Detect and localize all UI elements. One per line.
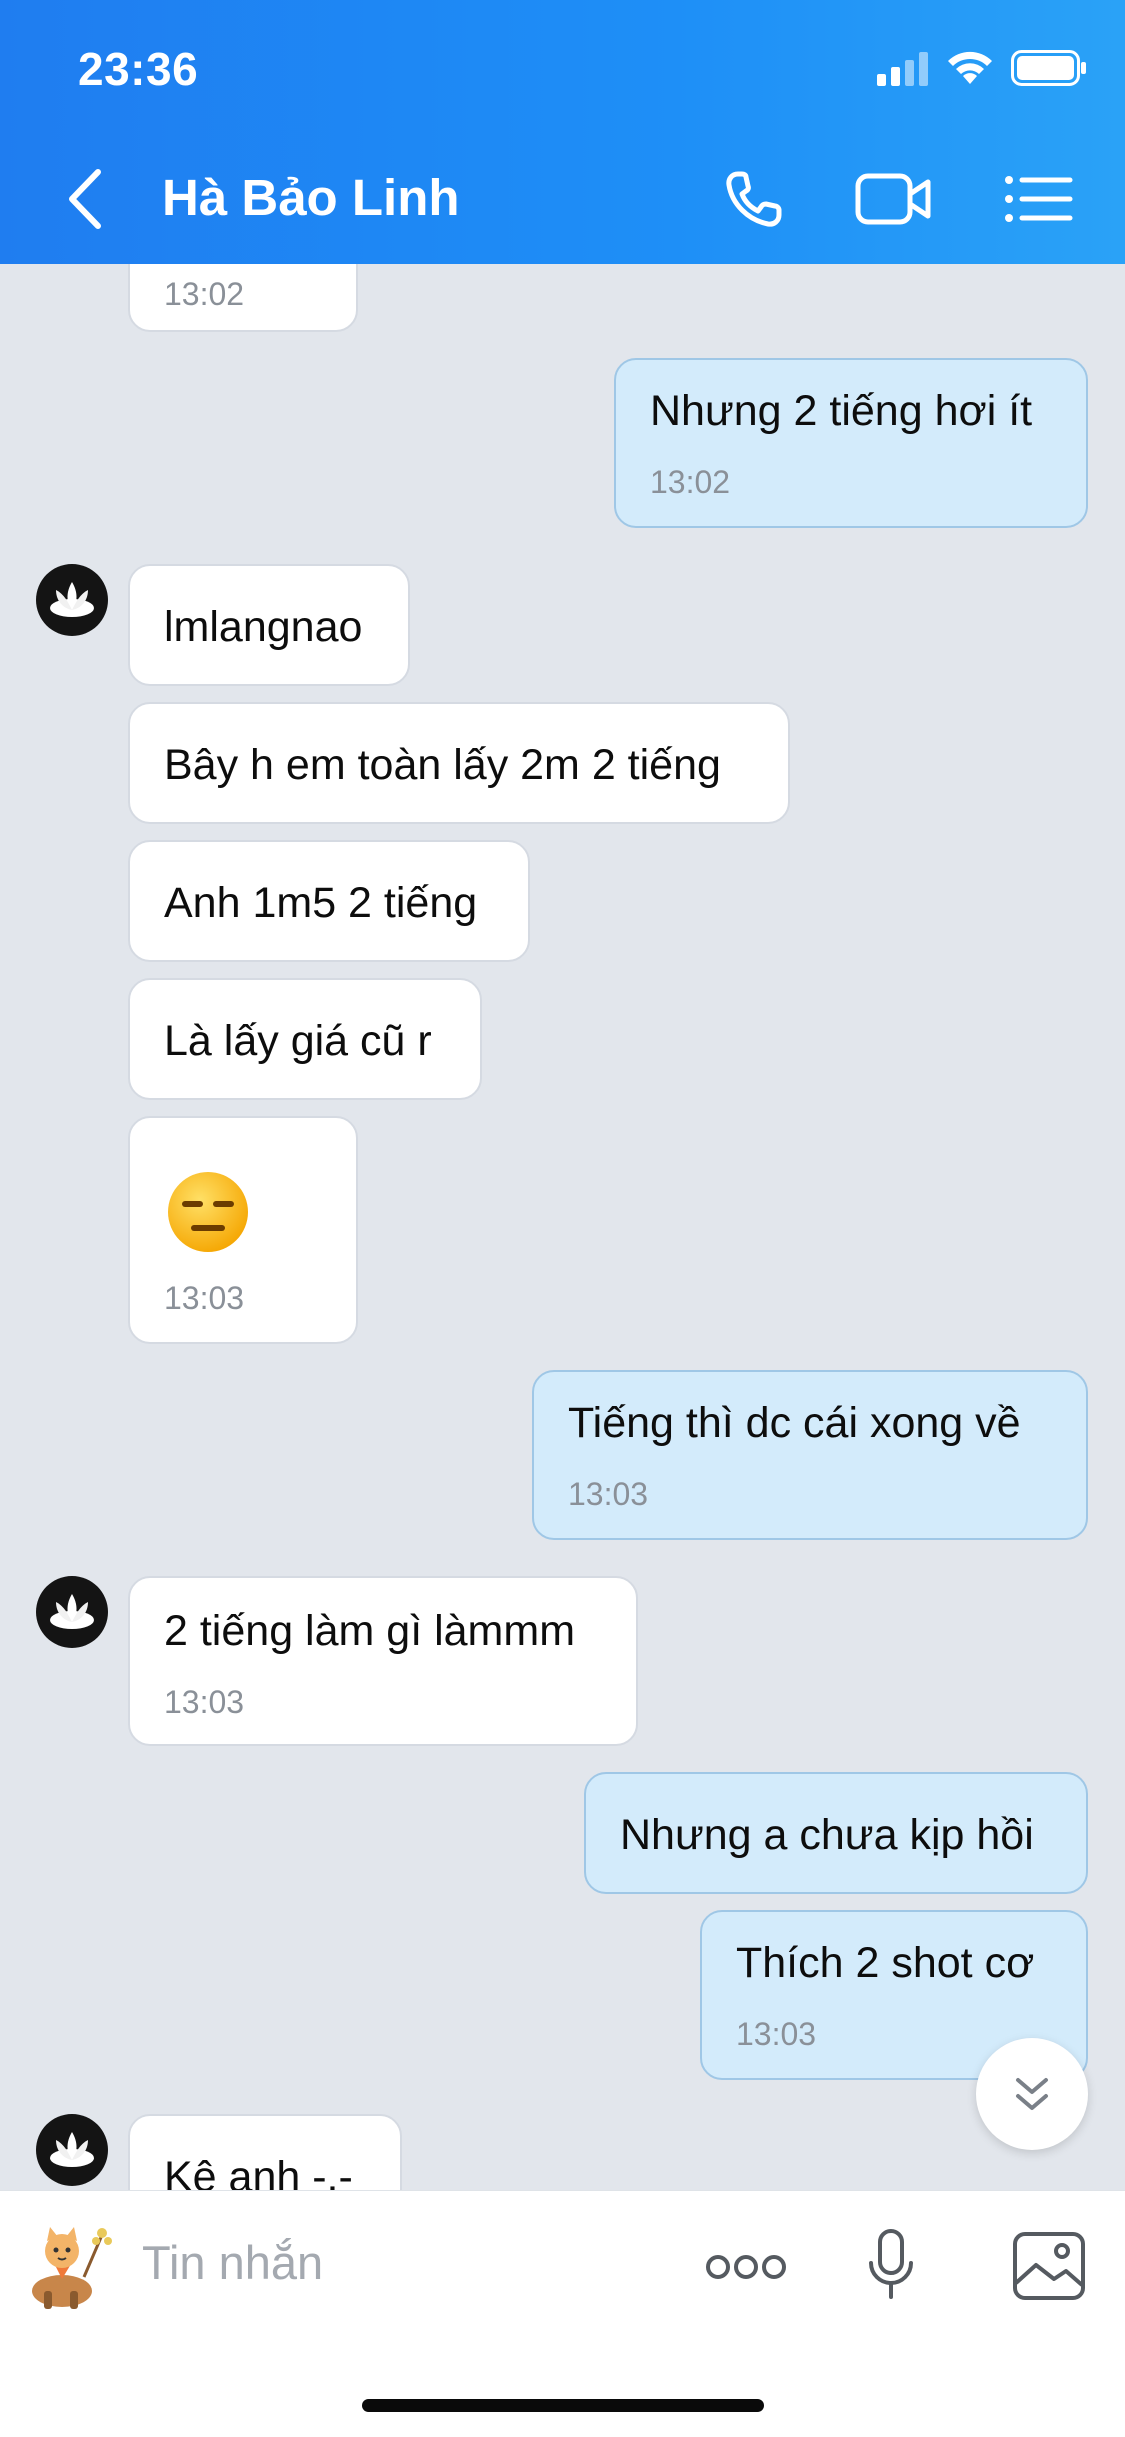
battery-icon (1011, 50, 1086, 86)
message-bubble-incoming[interactable]: Bây h em toàn lấy 2m 2 tiếng (128, 702, 790, 824)
lotus-icon (50, 1594, 94, 1629)
message-text: Nhưng 2 tiếng hơi ít (650, 387, 1033, 435)
message-bubble-outgoing[interactable]: Nhưng a chưa kịp hồi (584, 1772, 1088, 1894)
video-camera-icon[interactable] (854, 164, 934, 234)
message-text: Thích 2 shot cơ (736, 1939, 1035, 1987)
message-time: 13:03 (164, 1280, 245, 1316)
message-bubble-incoming[interactable]: 13:02 (128, 264, 358, 332)
message-time: 13:02 (650, 464, 731, 500)
double-chevron-down-icon (1016, 2078, 1048, 2110)
more-dots-icon[interactable] (704, 2249, 788, 2285)
message-bubble-incoming[interactable]: Là lấy giá cũ r (128, 978, 482, 1100)
signal-icon (877, 52, 928, 86)
message-bubble-outgoing[interactable]: Tiếng thì dc cái xong về 13:03 (532, 1370, 1088, 1540)
avatar[interactable] (36, 1576, 108, 1648)
message-text: Kê anh -.- (164, 2153, 353, 2190)
lotus-icon (50, 2132, 94, 2167)
message-text: lmlangnao (164, 603, 363, 651)
message-input[interactable]: Tin nhắn (142, 2235, 323, 2290)
avatar[interactable] (36, 564, 108, 636)
scroll-to-bottom-button[interactable] (976, 2038, 1088, 2150)
header-bar: 23:36 Hà Bảo Linh (0, 0, 1125, 264)
message-bubble-incoming[interactable]: 2 tiếng làm gì làmmm 13:03 (128, 1576, 638, 1746)
lotus-icon (50, 582, 94, 617)
message-text: Anh 1m5 2 tiếng (164, 879, 478, 927)
message-text: 2 tiếng làm gì làmmm (164, 1607, 576, 1655)
sticker-icon[interactable] (22, 2219, 118, 2315)
expressionless-face-icon (168, 1172, 248, 1252)
message-text: Tiếng thì dc cái xong về (568, 1399, 1021, 1447)
phone-icon[interactable] (718, 164, 798, 234)
wifi-icon (948, 51, 992, 84)
image-icon[interactable] (1012, 2231, 1086, 2301)
message-bubble-incoming[interactable]: Anh 1m5 2 tiếng (128, 840, 530, 962)
message-time: 13:03 (736, 2016, 817, 2052)
message-text: Nhưng a chưa kịp hồi (620, 1811, 1034, 1859)
message-bubble-incoming[interactable]: Kê anh -.- (128, 2114, 402, 2190)
message-bubble-incoming[interactable]: 13:03 (128, 1116, 358, 1344)
message-time: 13:03 (568, 1476, 649, 1512)
contact-name[interactable]: Hà Bảo Linh (162, 168, 460, 227)
status-time: 23:36 (78, 43, 199, 95)
message-list[interactable]: 13:02 Nhưng 2 tiếng hơi ít 13:02 lmlangn… (0, 264, 1125, 2190)
list-menu-icon[interactable] (1000, 164, 1080, 234)
message-time: 13:02 (164, 276, 245, 312)
microphone-icon[interactable] (866, 2227, 916, 2303)
message-text: Bây h em toàn lấy 2m 2 tiếng (164, 741, 721, 789)
home-indicator (362, 2399, 764, 2412)
composer-bar: Tin nhắn (0, 2190, 1125, 2437)
chevron-left-icon[interactable] (60, 166, 110, 232)
message-text: Là lấy giá cũ r (164, 1017, 432, 1065)
message-time: 13:03 (164, 1684, 245, 1720)
message-bubble-incoming[interactable]: lmlangnao (128, 564, 410, 686)
message-bubble-outgoing[interactable]: Nhưng 2 tiếng hơi ít 13:02 (614, 358, 1088, 528)
avatar[interactable] (36, 2114, 108, 2186)
